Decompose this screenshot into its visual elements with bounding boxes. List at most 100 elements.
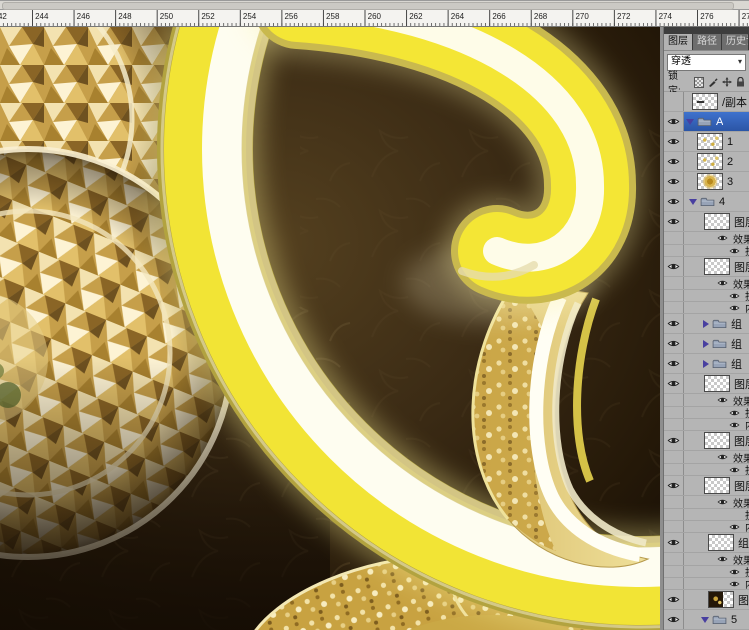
effect-visibility-toggle[interactable] xyxy=(716,498,729,506)
tab-paths[interactable]: 路径 xyxy=(693,34,722,50)
effect-row[interactable]: 效果 xyxy=(664,277,749,290)
effect-visibility-toggle[interactable] xyxy=(716,396,729,404)
effect-visibility-toggle[interactable] xyxy=(728,466,741,474)
layer-row[interactable]: 图层 xyxy=(664,590,749,610)
visibility-toggle[interactable] xyxy=(664,132,684,151)
layer-thumbnail[interactable] xyxy=(697,133,723,150)
tab-history[interactable]: 历史记录 xyxy=(722,34,749,50)
lock-position-icon[interactable] xyxy=(722,77,732,87)
effect-row[interactable]: 效果 xyxy=(664,553,749,566)
lock-transparency-icon[interactable] xyxy=(694,77,705,88)
visibility-toggle[interactable] xyxy=(664,394,684,406)
layer-row[interactable]: 1 xyxy=(664,132,749,152)
visibility-toggle[interactable] xyxy=(664,212,684,231)
layer-group-row[interactable]: 组 xyxy=(664,334,749,354)
layer-group-row[interactable]: 5 xyxy=(664,610,749,630)
visibility-toggle[interactable] xyxy=(664,407,684,418)
effect-row[interactable]: 效果 xyxy=(664,451,749,464)
effect-row[interactable]: 效果 xyxy=(664,232,749,245)
effect-row[interactable]: 内 xyxy=(664,578,749,590)
layer-row[interactable]: 图层 xyxy=(664,212,749,232)
lock-paint-icon[interactable] xyxy=(708,77,718,87)
visibility-toggle[interactable] xyxy=(664,152,684,171)
effect-visibility-toggle[interactable] xyxy=(728,580,741,588)
layer-row[interactable]: 图层 xyxy=(664,476,749,496)
effect-visibility-toggle[interactable] xyxy=(728,292,741,300)
visibility-toggle[interactable] xyxy=(664,419,684,430)
visibility-toggle[interactable] xyxy=(664,314,684,333)
visibility-toggle[interactable] xyxy=(664,192,684,211)
effect-row[interactable]: 效果 xyxy=(664,496,749,509)
layer-thumbnail[interactable] xyxy=(704,213,730,230)
expand-triangle-icon[interactable] xyxy=(703,340,709,348)
effect-visibility-toggle[interactable] xyxy=(728,304,741,312)
visibility-toggle[interactable] xyxy=(664,245,684,256)
effect-row[interactable]: 投 xyxy=(664,407,749,419)
layer-thumbnail[interactable] xyxy=(697,173,723,190)
effect-visibility-toggle[interactable] xyxy=(716,453,729,461)
effect-visibility-toggle[interactable] xyxy=(728,247,741,255)
visibility-toggle[interactable] xyxy=(664,290,684,301)
visibility-toggle[interactable] xyxy=(664,374,684,393)
visibility-toggle[interactable] xyxy=(664,232,684,244)
layer-row[interactable]: 图层 xyxy=(664,374,749,394)
visibility-toggle[interactable] xyxy=(664,496,684,508)
effect-row[interactable]: 投 xyxy=(664,245,749,257)
visibility-toggle[interactable] xyxy=(664,451,684,463)
visibility-toggle[interactable] xyxy=(664,566,684,577)
scrollbar-thumb[interactable] xyxy=(2,2,734,10)
panel-titlebar[interactable] xyxy=(664,27,749,34)
visibility-toggle[interactable] xyxy=(664,277,684,289)
collapse-triangle-icon[interactable] xyxy=(701,617,709,623)
visibility-toggle[interactable] xyxy=(664,533,684,552)
effect-row[interactable]: 内 xyxy=(664,302,749,314)
layer-group-row[interactable]: 4 xyxy=(664,192,749,212)
effect-visibility-toggle[interactable] xyxy=(728,568,741,576)
visibility-toggle[interactable] xyxy=(664,509,684,520)
effect-visibility-toggle[interactable] xyxy=(716,555,729,563)
visibility-toggle[interactable] xyxy=(664,521,684,532)
layer-thumbnail[interactable] xyxy=(692,93,718,110)
layer-thumbnail[interactable] xyxy=(704,258,730,275)
layer-row[interactable]: 3 xyxy=(664,172,749,192)
tab-layers[interactable]: 图层 xyxy=(664,34,693,50)
effect-visibility-toggle[interactable] xyxy=(716,279,729,287)
effect-row[interactable]: 投 xyxy=(664,464,749,476)
effect-row[interactable]: 内 xyxy=(664,419,749,431)
visibility-toggle[interactable] xyxy=(664,464,684,475)
visibility-toggle[interactable] xyxy=(664,172,684,191)
visibility-toggle[interactable] xyxy=(664,257,684,276)
layer-thumbnail[interactable] xyxy=(708,534,734,551)
expand-triangle-icon[interactable] xyxy=(703,320,709,328)
visibility-toggle[interactable] xyxy=(664,334,684,353)
effect-row[interactable]: 内 xyxy=(664,521,749,533)
lock-all-icon[interactable] xyxy=(736,77,745,87)
effect-visibility-toggle[interactable] xyxy=(716,234,729,242)
effect-visibility-toggle[interactable] xyxy=(728,421,741,429)
layer-row[interactable]: 图层 xyxy=(664,431,749,451)
effect-row[interactable]: 效果 xyxy=(664,394,749,407)
expand-triangle-icon[interactable] xyxy=(703,360,709,368)
layer-thumbnail[interactable] xyxy=(704,375,730,392)
effect-visibility-toggle[interactable] xyxy=(728,409,741,417)
layer-thumbnail[interactable] xyxy=(708,591,734,608)
visibility-toggle[interactable] xyxy=(664,610,684,629)
visibility-toggle[interactable] xyxy=(664,112,684,131)
horizontal-scrollbar[interactable] xyxy=(0,0,749,10)
visibility-toggle[interactable] xyxy=(664,302,684,313)
layer-thumbnail[interactable] xyxy=(697,153,723,170)
layer-group-row[interactable]: 组 xyxy=(664,314,749,334)
layer-row[interactable]: 组 1 xyxy=(664,533,749,553)
layer-row[interactable]: /副本 xyxy=(664,92,749,112)
collapse-triangle-icon[interactable] xyxy=(686,119,694,125)
layer-group-row[interactable]: A xyxy=(664,112,749,132)
layer-row[interactable]: 图层 xyxy=(664,257,749,277)
visibility-toggle[interactable] xyxy=(664,476,684,495)
effect-visibility-toggle[interactable] xyxy=(728,523,741,531)
layer-thumbnail[interactable] xyxy=(704,477,730,494)
effect-row[interactable]: 投 xyxy=(664,509,749,521)
layer-row[interactable]: 2 xyxy=(664,152,749,172)
visibility-toggle[interactable] xyxy=(664,92,684,111)
layer-thumbnail[interactable] xyxy=(704,432,730,449)
effect-row[interactable]: 投 xyxy=(664,566,749,578)
